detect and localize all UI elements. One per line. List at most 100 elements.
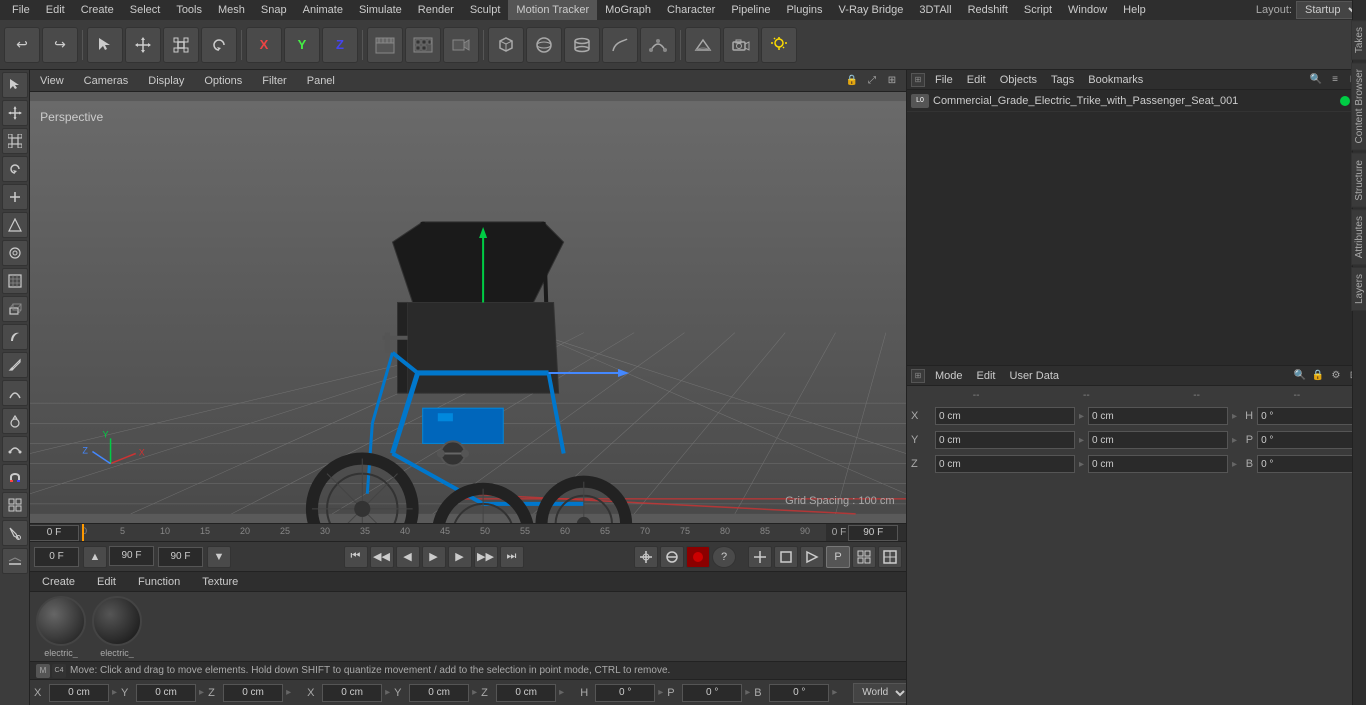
light-button[interactable] <box>761 27 797 63</box>
attr-y-size-input[interactable] <box>1088 431 1228 449</box>
sidebar-move-btn[interactable] <box>2 100 28 126</box>
viewport-menu-options[interactable]: Options <box>200 75 246 87</box>
attr-y-pos-arrow[interactable]: ▸ <box>1079 435 1084 446</box>
coord-x2-input[interactable] <box>322 684 382 702</box>
attr-x-size-input[interactable] <box>1088 407 1228 425</box>
menu-mograph[interactable]: MoGraph <box>597 0 659 20</box>
playback-frame-start[interactable] <box>34 547 79 567</box>
attr-menu-mode[interactable]: Mode <box>931 366 967 386</box>
menu-animate[interactable]: Animate <box>295 0 351 20</box>
record-button[interactable] <box>686 546 710 568</box>
menu-create[interactable]: Create <box>73 0 122 20</box>
rotate-tool-button[interactable] <box>201 27 237 63</box>
obj-filter-icon[interactable]: ≡ <box>1327 72 1343 88</box>
cylinder-button[interactable] <box>564 27 600 63</box>
tab-attributes[interactable]: Attributes <box>1351 209 1366 265</box>
menu-pipeline[interactable]: Pipeline <box>723 0 778 20</box>
menu-select[interactable]: Select <box>122 0 169 20</box>
viewport-menu-panel[interactable]: Panel <box>303 75 339 87</box>
viewport-lock-icon[interactable]: 🔒 <box>844 73 860 89</box>
sidebar-bend-btn[interactable] <box>2 380 28 406</box>
undo-button[interactable]: ↩ <box>4 27 40 63</box>
help-button[interactable]: ? <box>712 546 736 568</box>
timeline-current-frame[interactable] <box>30 525 79 541</box>
attr-z-size-input[interactable] <box>1088 455 1228 473</box>
goto-end-button[interactable]: ⏭ <box>500 546 524 568</box>
viewport-menu-view[interactable]: View <box>36 75 68 87</box>
motion-btn5[interactable] <box>852 546 876 568</box>
coord-x2-arrow[interactable]: ▸ <box>385 687 390 698</box>
z-axis-button[interactable]: Z <box>322 27 358 63</box>
coord-p-arrow[interactable]: ▸ <box>745 687 750 698</box>
nurbs-button[interactable] <box>640 27 676 63</box>
coord-z2-input[interactable] <box>496 684 556 702</box>
deformer-button[interactable] <box>685 27 721 63</box>
coord-y2-input[interactable] <box>409 684 469 702</box>
attr-x-pos-arrow[interactable]: ▸ <box>1079 411 1084 422</box>
obj-search-icon[interactable]: 🔍 <box>1308 72 1324 88</box>
obj-menu-bookmarks[interactable]: Bookmarks <box>1084 70 1147 90</box>
attr-y-pos-input[interactable] <box>935 431 1075 449</box>
clapper-button[interactable] <box>367 27 403 63</box>
material-menu-texture[interactable]: Texture <box>194 572 246 592</box>
coord-p-input[interactable] <box>682 684 742 702</box>
sidebar-extrude-btn[interactable] <box>2 296 28 322</box>
tab-structure[interactable]: Structure <box>1351 153 1366 208</box>
menu-script[interactable]: Script <box>1016 0 1060 20</box>
menu-render[interactable]: Render <box>410 0 462 20</box>
obj-menu-edit[interactable]: Edit <box>963 70 990 90</box>
next-frame-button[interactable]: ▶▶ <box>474 546 498 568</box>
coord-h-input[interactable] <box>595 684 655 702</box>
coord-z-input[interactable] <box>223 684 283 702</box>
material-menu-edit[interactable]: Edit <box>89 572 124 592</box>
sidebar-mesh3-btn[interactable] <box>2 268 28 294</box>
viewport-menu-filter[interactable]: Filter <box>258 75 290 87</box>
coord-h-arrow[interactable]: ▸ <box>658 687 663 698</box>
move-tool-button[interactable] <box>125 27 161 63</box>
timeline-end-frame[interactable] <box>848 525 898 541</box>
material-item-2[interactable]: electric_ <box>92 596 142 658</box>
tab-layers[interactable]: Layers <box>1351 267 1366 311</box>
motion-btn1[interactable] <box>748 546 772 568</box>
y-axis-button[interactable]: Y <box>284 27 320 63</box>
menu-tools[interactable]: Tools <box>168 0 210 20</box>
menu-snap[interactable]: Snap <box>253 0 295 20</box>
coord-b-arrow[interactable]: ▸ <box>832 687 837 698</box>
timeline-playhead[interactable] <box>82 524 84 542</box>
camera-button[interactable] <box>723 27 759 63</box>
obj-menu-objects[interactable]: Objects <box>996 70 1041 90</box>
film-strip-button[interactable] <box>405 27 441 63</box>
menu-simulate[interactable]: Simulate <box>351 0 410 20</box>
keyframe-add-button[interactable] <box>634 546 658 568</box>
material-menu-function[interactable]: Function <box>130 572 188 592</box>
play-btn-down[interactable]: ▼ <box>207 546 231 568</box>
coord-z2-arrow[interactable]: ▸ <box>559 687 564 698</box>
menu-sculpt[interactable]: Sculpt <box>462 0 509 20</box>
sidebar-grid-btn[interactable] <box>2 492 28 518</box>
motion-btn4[interactable]: P <box>826 546 850 568</box>
attr-menu-userdata[interactable]: User Data <box>1006 366 1064 386</box>
sidebar-mesh2-btn[interactable] <box>2 240 28 266</box>
sidebar-sculpt-btn[interactable] <box>2 408 28 434</box>
menu-edit[interactable]: Edit <box>38 0 73 20</box>
attr-p-angle-input[interactable] <box>1257 431 1366 449</box>
play-btn-up[interactable]: ▲ <box>83 546 107 568</box>
attr-b-angle-input[interactable] <box>1257 455 1366 473</box>
coord-z-arrow[interactable]: ▸ <box>286 687 291 698</box>
world-dropdown[interactable]: World <box>853 683 906 703</box>
spline-button[interactable] <box>602 27 638 63</box>
sidebar-mesh1-btn[interactable] <box>2 212 28 238</box>
attr-x-pos-input[interactable] <box>935 407 1075 425</box>
attr-settings-icon[interactable]: ⚙ <box>1328 368 1344 384</box>
menu-file[interactable]: File <box>4 0 38 20</box>
sidebar-knife-btn[interactable] <box>2 352 28 378</box>
motion-btn3[interactable] <box>800 546 824 568</box>
viewport-menu-cameras[interactable]: Cameras <box>80 75 133 87</box>
obj-menu-tags[interactable]: Tags <box>1047 70 1078 90</box>
attr-menu-edit[interactable]: Edit <box>973 366 1000 386</box>
playback-frame-end2[interactable] <box>158 547 203 567</box>
sidebar-create-btn[interactable] <box>2 184 28 210</box>
coord-y-arrow[interactable]: ▸ <box>199 687 204 698</box>
sidebar-select-btn[interactable] <box>2 72 28 98</box>
viewport-menu-display[interactable]: Display <box>144 75 188 87</box>
